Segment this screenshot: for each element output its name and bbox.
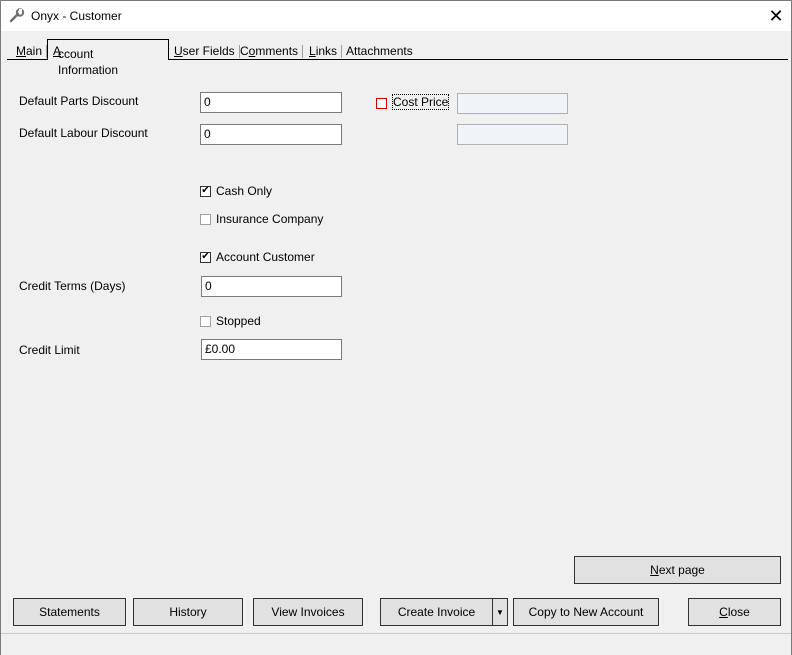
credit-limit-input[interactable]: £0.00 <box>201 339 342 360</box>
tab-links-key: L <box>309 44 316 58</box>
history-button[interactable]: History <box>133 598 243 626</box>
credit-terms-label: Credit Terms (Days) <box>19 279 126 293</box>
credit-terms-input[interactable]: 0 <box>201 276 342 297</box>
account-customer-checkbox[interactable]: ✔ <box>200 252 211 263</box>
account-customer-label: Account Customer <box>216 250 315 264</box>
tab-links-label: inks <box>315 44 338 58</box>
tab-main[interactable]: Main <box>13 43 48 59</box>
parts-discount-label: Default Parts Discount <box>19 94 139 108</box>
next-page-label: ext page <box>658 563 705 577</box>
close-label: lose <box>727 605 750 619</box>
view-invoices-button[interactable]: View Invoices <box>253 598 363 626</box>
tab-comments-label: mments <box>255 44 299 58</box>
tab-attachments-label: Attachments <box>346 44 413 58</box>
close-key: C <box>719 605 728 619</box>
stopped-label: Stopped <box>216 314 261 328</box>
tab-account-label: ccount Information <box>58 47 119 77</box>
create-invoice-dropdown-button[interactable]: ▼ <box>492 598 508 626</box>
chevron-down-icon: ▼ <box>496 607 504 617</box>
tab-user-fields[interactable]: User Fields <box>171 43 240 59</box>
close-button[interactable]: Close <box>688 598 781 626</box>
create-invoice-button[interactable]: Create Invoice <box>380 598 493 626</box>
labour-discount-input[interactable]: 0 <box>200 124 342 145</box>
next-page-button[interactable]: Next page <box>574 556 781 584</box>
cost-price-checkbox[interactable] <box>376 98 387 109</box>
tab-user-fields-key: U <box>174 44 183 58</box>
tab-attachments[interactable]: Attachments <box>343 43 416 59</box>
insurance-company-checkbox[interactable] <box>200 214 211 225</box>
window-title: Onyx - Customer <box>31 9 122 23</box>
status-bar <box>1 633 791 655</box>
stopped-checkbox[interactable] <box>200 316 211 327</box>
cash-only-checkbox[interactable]: ✔ <box>200 186 211 197</box>
next-page-key: N <box>650 563 659 577</box>
cost-price-parts-input <box>457 93 568 114</box>
tab-main-key: M <box>16 44 26 58</box>
cash-only-label: Cash Only <box>216 184 273 198</box>
check-icon: ✔ <box>201 185 210 196</box>
tab-account-information[interactable]: Account Information <box>47 39 169 77</box>
cost-price-label[interactable]: Cost Price <box>391 94 450 110</box>
tab-user-fields-label: ser Fields <box>182 44 235 58</box>
parts-discount-input[interactable]: 0 <box>200 92 342 113</box>
tab-comments-pre: C <box>240 44 249 58</box>
credit-limit-label: Credit Limit <box>19 343 80 357</box>
insurance-company-label: Insurance Company <box>216 212 324 226</box>
statements-button[interactable]: Statements <box>13 598 126 626</box>
check-icon: ✔ <box>201 251 210 262</box>
labour-discount-label: Default Labour Discount <box>19 126 148 140</box>
tab-main-label: ain <box>26 44 43 58</box>
cost-price-labour-input <box>457 124 568 145</box>
wrench-icon <box>9 8 25 23</box>
title-bar: Onyx - Customer ✕ <box>1 1 791 31</box>
customer-window: Onyx - Customer ✕ Main Account Informati… <box>0 0 792 655</box>
close-window-icon[interactable]: ✕ <box>761 1 791 31</box>
tab-links[interactable]: Links <box>306 43 343 59</box>
copy-to-new-account-button[interactable]: Copy to New Account <box>513 598 659 626</box>
tab-comments[interactable]: Comments <box>237 43 304 59</box>
